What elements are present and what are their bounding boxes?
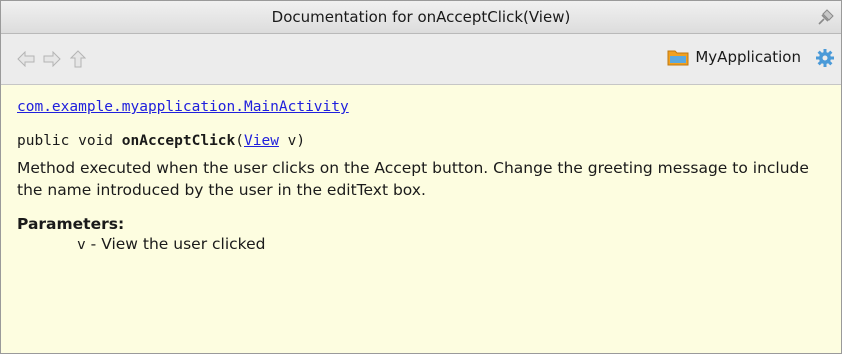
project-selector[interactable]: MyApplication xyxy=(667,48,801,66)
title-bar[interactable]: Documentation for onAcceptClick(View) xyxy=(1,1,841,34)
documentation-content: com.example.myapplication.MainActivity p… xyxy=(1,85,841,253)
method-signature: public void onAcceptClick(View v) xyxy=(17,133,841,149)
back-button[interactable] xyxy=(15,48,37,70)
forward-button[interactable] xyxy=(41,48,63,70)
parameter-description: View the user clicked xyxy=(101,235,266,253)
toolbar: MyApplication xyxy=(1,34,841,85)
arrow-up-icon xyxy=(70,50,86,68)
arrow-left-icon xyxy=(17,51,35,67)
param-type-link[interactable]: View xyxy=(244,133,279,149)
signature-open-paren: ( xyxy=(235,133,244,149)
folder-icon xyxy=(667,50,689,66)
gear-icon[interactable] xyxy=(815,48,835,68)
signature-prefix: public void xyxy=(17,133,122,149)
class-link[interactable]: com.example.myapplication.MainActivity xyxy=(17,99,349,115)
parameter-name: v xyxy=(77,237,86,253)
signature-rest: v) xyxy=(278,133,306,149)
window-title: Documentation for onAcceptClick(View) xyxy=(271,8,571,26)
parameter-separator: - xyxy=(85,235,102,253)
arrow-right-icon xyxy=(43,51,61,67)
project-name: MyApplication xyxy=(695,48,801,66)
documentation-popup: Documentation for onAcceptClick(View) My… xyxy=(0,0,842,354)
parameters-heading: Parameters: xyxy=(17,215,125,233)
method-description: Method executed when the user clicks on … xyxy=(17,159,809,199)
parameter-item: v - View the user clicked xyxy=(17,235,841,253)
pin-icon[interactable] xyxy=(815,8,835,26)
up-button[interactable] xyxy=(67,48,89,70)
signature-method-name: onAcceptClick xyxy=(121,133,236,149)
